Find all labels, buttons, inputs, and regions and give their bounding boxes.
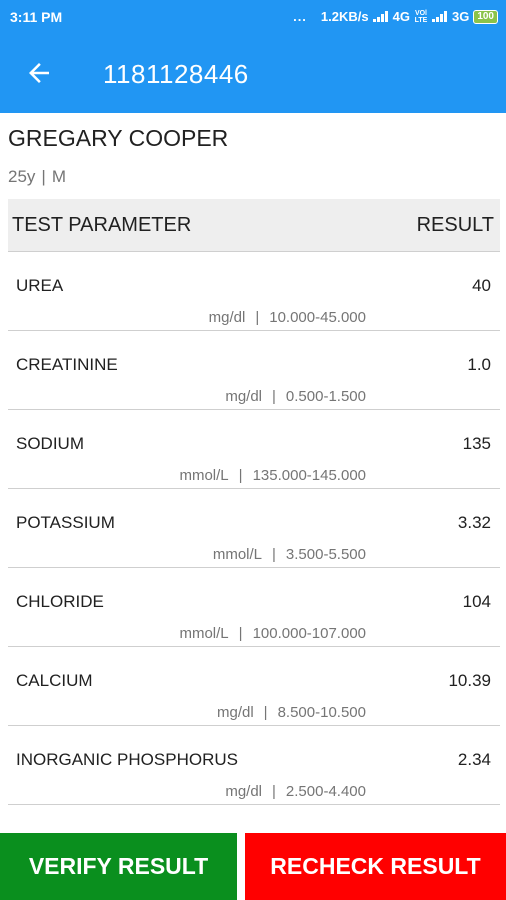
parameter-name: INORGANIC PHOSPHORUS <box>16 750 238 769</box>
parameter-unit: mg/dl <box>216 704 254 721</box>
notification-dots: ... <box>293 9 307 24</box>
parameter-result: 3.32 <box>457 513 491 532</box>
unit-range-separator: | <box>263 704 268 721</box>
page-title: 1181128446 <box>103 59 249 89</box>
patient-sex: M <box>51 167 67 186</box>
parameter-result: 40 <box>472 276 491 295</box>
status-icons: ... 1.2KB/s 4G VOl LTE 3G 100 <box>293 9 498 24</box>
parameter-name: SODIUM <box>16 434 84 453</box>
parameter-range: 135.000-145.000 <box>252 467 366 484</box>
parameter-unit: mmol/L <box>212 546 263 563</box>
header-test-parameter: TEST PARAMETER <box>12 214 192 236</box>
parameter-name: CHLORIDE <box>16 592 104 611</box>
status-bar: 3:11 PM ... 1.2KB/s 4G VOl LTE 3G 100 <box>0 0 506 34</box>
parameter-result: 104 <box>462 592 491 611</box>
table-row: CHLORIDE 104 mmol/L | 100.000-107.000 <box>8 568 500 647</box>
network-type-3g: 3G <box>451 9 470 24</box>
app-bar: 1181128446 <box>0 34 506 113</box>
table-row: POTASSIUM 3.32 mmol/L | 3.500-5.500 <box>8 489 500 568</box>
parameter-result: 1.0 <box>467 355 491 374</box>
results-list: UREA 40 mg/dl | 10.000-45.000 CREATININE 1… <box>8 252 500 805</box>
parameter-unit: mg/dl <box>208 309 246 326</box>
arrow-back-icon[interactable] <box>24 58 54 88</box>
parameter-range: 8.500-10.500 <box>277 704 366 721</box>
unit-range-separator: | <box>272 546 276 563</box>
network-type-4g: 4G <box>392 9 410 24</box>
parameter-range: 100.000-107.000 <box>252 625 366 642</box>
parameter-reference: mg/dl | 10.000-45.000 <box>209 309 366 326</box>
battery-icon: 100 <box>473 9 498 24</box>
parameter-reference: mmol/L | 135.000-145.000 <box>179 467 366 484</box>
patient-age: 25y <box>8 167 36 186</box>
patient-meta-separator: | <box>41 167 46 186</box>
unit-range-separator: | <box>255 309 260 326</box>
network-speed: 1.2KB/s <box>320 9 369 24</box>
volte-label: VOl LTE <box>414 9 428 24</box>
patient-meta: 25y | M <box>8 167 66 187</box>
parameter-range: 3.500-5.500 <box>285 546 366 563</box>
status-time: 3:11 PM <box>10 9 63 25</box>
parameter-unit: mmol/L <box>179 625 229 642</box>
signal-icon <box>372 11 389 22</box>
parameter-range: 10.000-45.000 <box>269 309 366 326</box>
unit-range-separator: | <box>238 467 243 484</box>
parameter-name: UREA <box>16 276 64 295</box>
parameter-reference: mg/dl | 0.500-1.500 <box>225 388 366 405</box>
parameter-unit: mg/dl <box>225 388 263 405</box>
table-row: CALCIUM 10.39 mg/dl | 8.500-10.500 <box>8 647 500 726</box>
parameter-unit: mg/dl <box>225 783 263 800</box>
unit-range-separator: | <box>238 625 243 642</box>
parameter-reference: mmol/L | 100.000-107.000 <box>179 625 366 642</box>
parameter-name: CREATININE <box>16 355 118 374</box>
unit-range-separator: | <box>272 783 276 800</box>
table-row: CREATININE 1.0 mg/dl | 0.500-1.500 <box>8 331 500 410</box>
table-header: TEST PARAMETER RESULT <box>8 199 500 252</box>
parameter-unit: mmol/L <box>179 467 229 484</box>
signal-icon <box>431 11 448 22</box>
parameter-result: 10.39 <box>448 671 491 690</box>
parameter-reference: mg/dl | 2.500-4.400 <box>225 783 366 800</box>
parameter-result: 2.34 <box>457 750 491 769</box>
parameter-reference: mmol/L | 3.500-5.500 <box>213 546 366 563</box>
header-result: RESULT <box>416 214 494 236</box>
patient-name: GREGARY COOPER <box>8 125 229 151</box>
parameter-name: CALCIUM <box>16 671 93 690</box>
unit-range-separator: | <box>272 388 276 405</box>
recheck-result-button[interactable]: RECHECK RESULT <box>245 833 506 900</box>
parameter-name: POTASSIUM <box>16 513 115 532</box>
table-row: UREA 40 mg/dl | 10.000-45.000 <box>8 252 500 331</box>
parameter-reference: mg/dl | 8.500-10.500 <box>217 704 366 721</box>
table-row: SODIUM 135 mmol/L | 135.000-145.000 <box>8 410 500 489</box>
parameter-range: 0.500-1.500 <box>285 388 366 405</box>
parameter-result: 135 <box>462 434 491 453</box>
parameter-range: 2.500-4.400 <box>285 783 366 800</box>
verify-result-button[interactable]: VERIFY RESULT <box>0 833 237 900</box>
table-row: INORGANIC PHOSPHORUS 2.34 mg/dl | 2.500-4.… <box>8 726 500 805</box>
